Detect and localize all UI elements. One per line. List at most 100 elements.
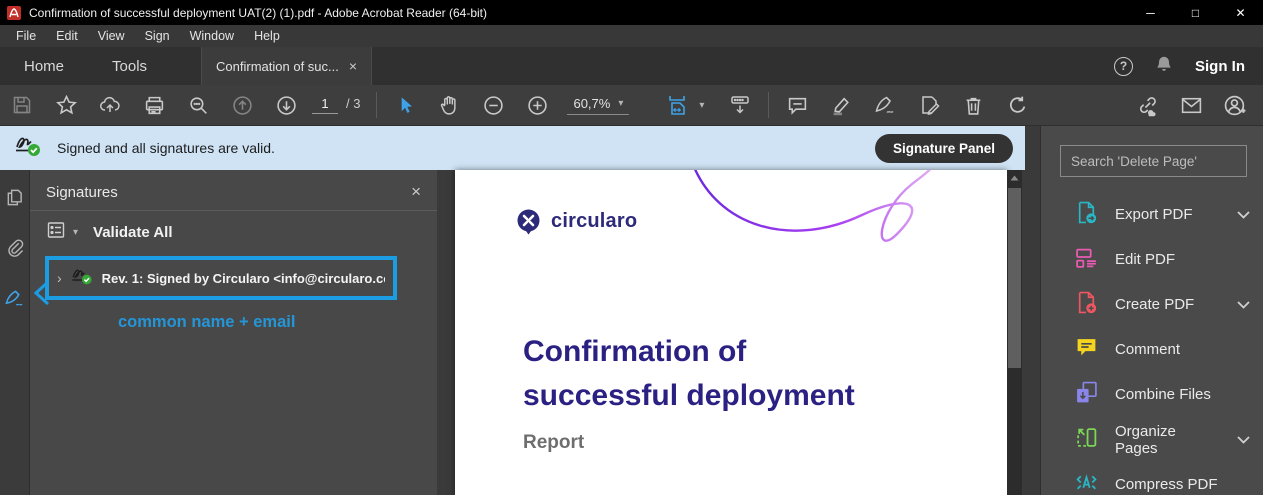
- menu-edit[interactable]: Edit: [46, 27, 88, 45]
- menu-bar: File Edit View Sign Window Help: [0, 25, 1263, 47]
- zoom-level-value: 60,7%: [573, 96, 610, 111]
- tab-close-icon[interactable]: ×: [349, 59, 357, 73]
- tools-search-input[interactable]: [1060, 145, 1247, 177]
- tool-organize-pages[interactable]: Organize Pages: [1041, 417, 1263, 462]
- annotation-label: common name + email: [118, 313, 295, 332]
- acrobat-window: Confirmation of successful deployment UA…: [0, 0, 1263, 495]
- tool-label: Combine Files: [1115, 386, 1250, 403]
- search-icon[interactable]: [176, 85, 220, 126]
- signatures-panel-title: Signatures: [46, 184, 118, 201]
- validate-all-row[interactable]: ▾ Validate All: [46, 220, 173, 245]
- delete-pages-icon[interactable]: [951, 85, 995, 126]
- tool-label: Edit PDF: [1115, 251, 1250, 268]
- page-edit-icon[interactable]: [907, 85, 951, 126]
- signature-options-icon[interactable]: [46, 220, 66, 245]
- zoom-out-icon[interactable]: [471, 85, 515, 126]
- hand-tool-icon[interactable]: [427, 85, 471, 126]
- page-thumbnails-icon[interactable]: [5, 188, 24, 212]
- signatures-panel: Signatures × ▾ Validate All ›: [30, 170, 437, 495]
- fit-width-icon[interactable]: [655, 85, 699, 126]
- tool-edit-pdf[interactable]: Edit PDF: [1041, 237, 1263, 282]
- scroll-up-icon[interactable]: [1007, 170, 1022, 186]
- rotate-pages-icon[interactable]: [995, 85, 1039, 126]
- workspace-row: Signatures × ▾ Validate All ›: [0, 170, 1040, 495]
- tab-document[interactable]: Confirmation of suc... ×: [201, 47, 372, 85]
- scrollbar-thumb[interactable]: [1008, 188, 1021, 368]
- decorative-squiggle: [667, 170, 1007, 265]
- menu-view[interactable]: View: [88, 27, 135, 45]
- circularo-logo: circularo: [515, 208, 637, 235]
- next-page-icon[interactable]: [264, 85, 308, 126]
- tool-label: Export PDF: [1115, 206, 1220, 223]
- tool-label: Comment: [1115, 341, 1250, 358]
- tab-home[interactable]: Home: [0, 47, 88, 85]
- tab-tools[interactable]: Tools: [88, 47, 171, 85]
- chevron-down-icon[interactable]: [1237, 296, 1250, 314]
- circularo-logo-icon: [515, 208, 542, 235]
- select-tool-icon[interactable]: [383, 85, 427, 126]
- print-icon[interactable]: [132, 85, 176, 126]
- tool-export-pdf[interactable]: Export PDF: [1041, 192, 1263, 237]
- tool-label: Organize Pages: [1115, 423, 1220, 457]
- star-icon[interactable]: [44, 85, 88, 126]
- document-workspace: Signed and all signatures are valid. Sig…: [0, 126, 1040, 495]
- annotation-arrow-icon: [34, 280, 50, 311]
- menu-file[interactable]: File: [6, 27, 46, 45]
- signature-revision-label: Rev. 1: Signed by Circularo <info@circul…: [102, 271, 385, 286]
- quick-tools-toolbar: 1 / 3 60,7% ▾ ▾: [0, 85, 1263, 126]
- comment-icon[interactable]: [775, 85, 819, 126]
- document-view: circularo Confirmation of successful dep…: [437, 170, 1040, 495]
- email-icon[interactable]: [1169, 85, 1213, 126]
- compress-pdf-icon: [1075, 471, 1098, 495]
- share-link-icon[interactable]: [1125, 85, 1169, 126]
- chevron-down-icon[interactable]: [1237, 206, 1250, 224]
- validate-all-caret-icon[interactable]: ▾: [73, 227, 78, 238]
- chevron-down-icon[interactable]: [1237, 431, 1250, 449]
- signatures-panel-close-icon[interactable]: ×: [411, 182, 421, 202]
- tool-label: Compress PDF: [1115, 476, 1250, 493]
- sign-in-button[interactable]: Sign In: [1195, 58, 1245, 75]
- tab-bar: Home Tools Confirmation of suc... × ? Si…: [0, 47, 1263, 85]
- notifications-bell-icon[interactable]: [1155, 55, 1173, 78]
- tool-comment[interactable]: Comment: [1041, 327, 1263, 372]
- previous-page-icon[interactable]: [220, 85, 264, 126]
- page-number-input[interactable]: 1: [312, 96, 338, 114]
- document-title-line2: successful deployment: [523, 374, 855, 418]
- expand-chevron-icon[interactable]: ›: [57, 270, 62, 286]
- menu-help[interactable]: Help: [244, 27, 290, 45]
- signatures-rail-icon[interactable]: [4, 288, 25, 314]
- tool-create-pdf[interactable]: Create PDF: [1041, 282, 1263, 327]
- signature-status-bar: Signed and all signatures are valid. Sig…: [0, 126, 1025, 170]
- pdf-page: circularo Confirmation of successful dep…: [455, 170, 1007, 495]
- maximize-button[interactable]: □: [1173, 0, 1218, 25]
- signature-revision-row[interactable]: › Rev. 1: Signed by Circularo <info@circ…: [45, 256, 397, 300]
- person-add-icon[interactable]: [1213, 85, 1257, 126]
- cloud-upload-icon[interactable]: [88, 85, 132, 126]
- zoom-level-dropdown[interactable]: 60,7% ▾: [567, 96, 629, 115]
- validate-all-label[interactable]: Validate All: [93, 224, 172, 241]
- menu-window[interactable]: Window: [180, 27, 244, 45]
- signature-row-icon: [70, 266, 94, 291]
- fill-sign-icon[interactable]: [863, 85, 907, 126]
- attachments-icon[interactable]: [5, 238, 24, 262]
- read-mode-icon[interactable]: [718, 85, 762, 126]
- document-title-line1: Confirmation of: [523, 330, 855, 374]
- page-count-label: / 3: [346, 96, 360, 111]
- minimize-button[interactable]: ─: [1128, 0, 1173, 25]
- zoom-caret-icon: ▾: [618, 98, 623, 109]
- document-scrollbar[interactable]: [1007, 170, 1022, 495]
- page-number-control: 1 / 3: [312, 96, 360, 114]
- tool-combine-files[interactable]: Combine Files: [1041, 372, 1263, 417]
- help-icon[interactable]: ?: [1114, 57, 1133, 76]
- menu-sign[interactable]: Sign: [135, 27, 180, 45]
- close-button[interactable]: ✕: [1218, 0, 1263, 25]
- highlighter-icon[interactable]: [819, 85, 863, 126]
- zoom-in-icon[interactable]: [515, 85, 559, 126]
- title-bar: Confirmation of successful deployment UA…: [0, 0, 1263, 25]
- save-icon[interactable]: [0, 85, 44, 126]
- toolbar-divider: [768, 92, 769, 118]
- tool-compress-pdf[interactable]: Compress PDF: [1041, 462, 1263, 495]
- panel-divider: [30, 210, 437, 211]
- signature-panel-button[interactable]: Signature Panel: [875, 134, 1013, 163]
- fit-width-caret-icon[interactable]: ▾: [699, 100, 704, 111]
